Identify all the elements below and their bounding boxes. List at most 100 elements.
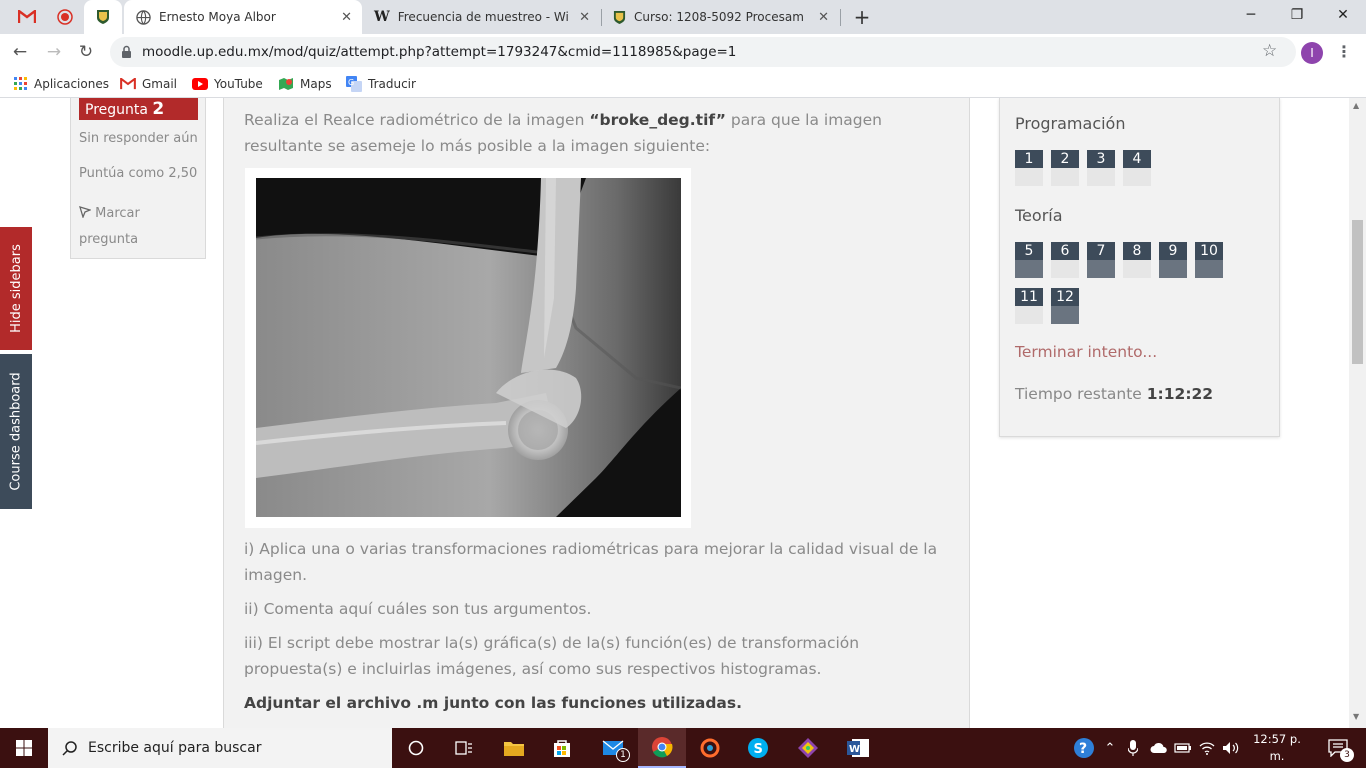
flag-question-link[interactable]: Marcar pregunta (79, 201, 199, 253)
scrollbar-thumb[interactable] (1352, 220, 1363, 364)
quiz-nav-question-1[interactable]: 1 (1015, 150, 1043, 186)
quiz-nav-question-9[interactable]: 9 (1159, 242, 1187, 278)
taskbar-search[interactable]: Escribe aquí para buscar (48, 728, 392, 768)
sync-app-icon[interactable] (686, 728, 734, 768)
quiz-nav-question-2[interactable]: 2 (1051, 150, 1079, 186)
close-icon[interactable]: ✕ (818, 10, 829, 25)
chevron-up-icon[interactable]: ⌃ (1100, 728, 1120, 768)
microphone-icon[interactable] (1122, 728, 1144, 768)
instruction-3-line1: iii) El script debe mostrar la(s) gráfic… (244, 634, 860, 652)
gmail-icon (18, 10, 36, 23)
volume-icon[interactable] (1220, 728, 1242, 768)
bookmark-maps[interactable]: Maps (278, 75, 332, 93)
pinned-tab-gmail[interactable] (8, 0, 46, 34)
battery-icon[interactable] (1172, 728, 1194, 768)
quiz-nav-question-8[interactable]: 8 (1123, 242, 1151, 278)
skype-icon[interactable]: S (734, 728, 782, 768)
window-close-icon[interactable]: ✕ (1320, 0, 1366, 30)
browser-toolbar: ← → ↻ moodle.up.edu.mx/mod/quiz/attempt.… (0, 34, 1366, 70)
cortana-icon[interactable] (392, 728, 440, 768)
system-clock[interactable]: 12:57 p. m. 21/09/2020 (1244, 731, 1310, 782)
cloud-icon[interactable] (1146, 728, 1172, 768)
instruction-3: iii) El script debe mostrar la(s) gráfic… (244, 630, 954, 682)
intro-text: Realiza el Realce radiométrico de la ima… (244, 111, 590, 129)
question-label: Pregunta (85, 102, 148, 118)
address-bar[interactable]: moodle.up.edu.mx/mod/quiz/attempt.php?at… (110, 37, 1296, 67)
bookmark-star-icon[interactable]: ☆ (1262, 41, 1277, 61)
menu-kebab-icon[interactable]: ⋮ (1336, 41, 1352, 63)
quiz-nav-question-12[interactable]: 12 (1051, 288, 1079, 324)
xray-illustration (256, 178, 681, 517)
search-icon (62, 741, 77, 756)
git-app-icon[interactable] (784, 728, 832, 768)
wifi-icon[interactable] (1196, 728, 1218, 768)
up-shield-icon (97, 10, 109, 24)
bookmark-label: Gmail (142, 77, 178, 91)
quiz-nav-question-10[interactable]: 10 (1195, 242, 1223, 278)
instruction-1-line2: imagen. (244, 566, 308, 584)
elbow-xray-image (256, 178, 681, 517)
minimize-icon[interactable]: ─ (1228, 0, 1274, 30)
question-status-bar (1051, 306, 1079, 324)
bookmark-translate[interactable]: G Traducir (346, 75, 416, 93)
scroll-up-icon[interactable]: ▲ (1353, 101, 1359, 110)
task-view-icon[interactable] (440, 728, 488, 768)
start-button[interactable] (0, 728, 48, 768)
up-shield-icon (613, 10, 626, 24)
reload-icon[interactable]: ↻ (72, 38, 100, 66)
mail-icon[interactable]: 1 (590, 728, 638, 768)
question-button-number: 1 (1015, 150, 1043, 168)
bookmark-label: Traducir (368, 77, 416, 91)
course-dashboard-tab[interactable]: Course dashboard (0, 354, 32, 509)
question-status-bar (1159, 260, 1187, 278)
quiz-nav-question-6[interactable]: 6 (1051, 242, 1079, 278)
question-status-bar (1087, 260, 1115, 278)
pinned-tab-recorder[interactable] (46, 0, 84, 34)
new-tab-plus-icon[interactable]: + (850, 5, 874, 29)
bookmark-gmail[interactable]: Gmail (120, 75, 177, 93)
url-text: moodle.up.edu.mx/mod/quiz/attempt.php?at… (142, 44, 737, 60)
question-button-number: 5 (1015, 242, 1043, 260)
hide-sidebars-tab[interactable]: Hide sidebars (0, 227, 32, 350)
close-icon[interactable]: ✕ (579, 10, 590, 25)
help-icon[interactable]: ? (1070, 728, 1098, 768)
finish-attempt-link[interactable]: Terminar intento... (1015, 343, 1157, 361)
scroll-down-icon[interactable]: ▼ (1353, 712, 1359, 721)
question-status-bar (1015, 260, 1043, 278)
tab-ernesto[interactable]: Ernesto Moya Albor ✕ (124, 0, 362, 34)
notifications-icon[interactable]: 3 (1318, 728, 1358, 768)
file-explorer-icon[interactable] (490, 728, 538, 768)
tab-course[interactable]: Curso: 1208-5092 Procesamiento ✕ (601, 0, 839, 34)
hide-sidebars-label: Hide sidebars (8, 244, 24, 333)
time-remaining: Tiempo restante 1:12:22 (1015, 385, 1213, 403)
quiz-navigation-panel: Programación 1 2 3 4 Teoría 5 6 7 8 9 10… (999, 98, 1280, 437)
restore-icon[interactable]: ❐ (1274, 0, 1320, 30)
quiz-nav-question-5[interactable]: 5 (1015, 242, 1043, 278)
tab-wikipedia[interactable]: W Frecuencia de muestreo - Wikipe ✕ (362, 0, 600, 34)
back-arrow-icon[interactable]: ← (6, 38, 34, 66)
question-status-bar (1123, 168, 1151, 186)
close-icon[interactable]: ✕ (341, 10, 352, 25)
wikipedia-icon: W (374, 9, 390, 25)
apps-grid-icon (14, 77, 27, 90)
pinned-tab-up-active[interactable] (84, 0, 122, 34)
quiz-nav-question-11[interactable]: 11 (1015, 288, 1043, 324)
profile-avatar[interactable]: I (1301, 42, 1323, 64)
quiz-nav-question-4[interactable]: 4 (1123, 150, 1151, 186)
forward-arrow-icon[interactable]: → (40, 38, 68, 66)
question-button-number: 10 (1195, 242, 1223, 260)
page-scrollbar[interactable]: ▲ ▼ (1349, 98, 1366, 728)
question-number: 2 (152, 99, 165, 119)
quiz-nav-question-7[interactable]: 7 (1087, 242, 1115, 278)
bookmark-apps[interactable]: Aplicaciones (14, 75, 109, 93)
quiz-nav-question-3[interactable]: 3 (1087, 150, 1115, 186)
chrome-icon[interactable] (638, 728, 686, 768)
moodle-page: Hide sidebars Course dashboard Pregunta … (0, 98, 1366, 728)
question-button-number: 2 (1051, 150, 1079, 168)
question-status-bar (1015, 168, 1043, 186)
instruction-2: ii) Comenta aquí cuáles son tus argument… (244, 600, 592, 618)
word-icon[interactable]: W (834, 728, 882, 768)
maps-pin-icon (279, 78, 293, 90)
bookmark-youtube[interactable]: YouTube (192, 75, 263, 93)
store-icon[interactable] (538, 728, 586, 768)
